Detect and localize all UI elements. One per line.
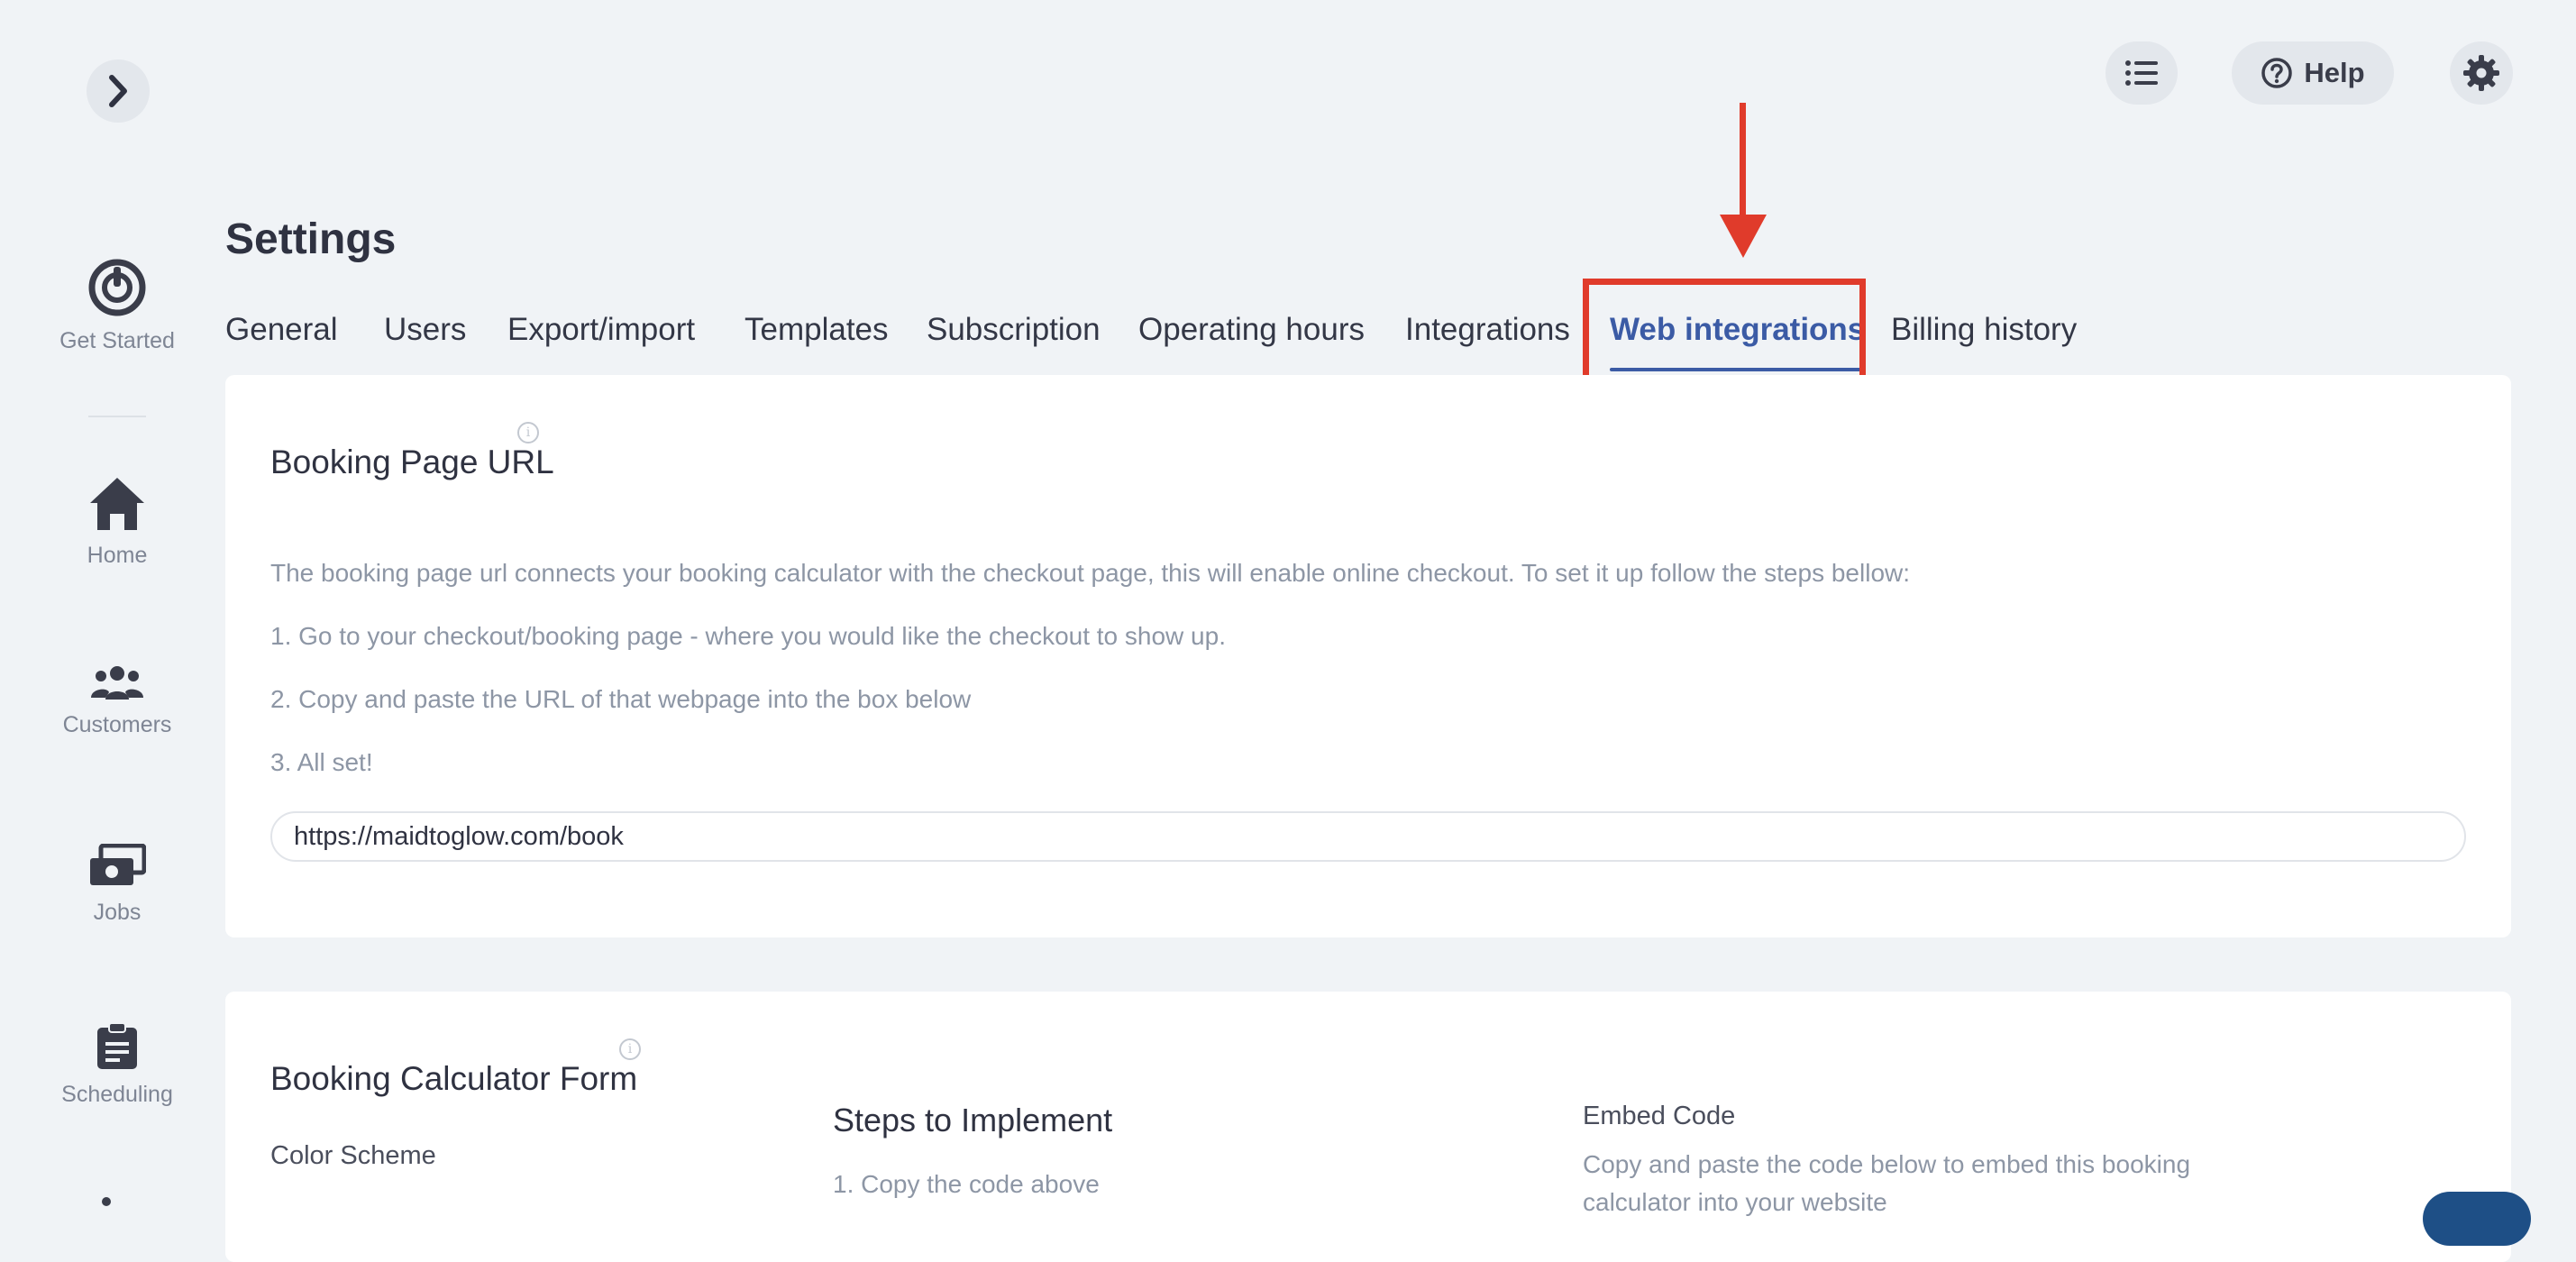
tab-templates[interactable]: Templates <box>744 312 889 348</box>
money-icon <box>90 844 146 885</box>
tab-operating-hours[interactable]: Operating hours <box>1138 312 1365 348</box>
info-icon[interactable]: i <box>517 422 539 444</box>
sidebar-item-scheduling[interactable]: Scheduling <box>0 1022 234 1108</box>
gear-icon <box>2463 55 2499 91</box>
color-scheme-label: Color Scheme <box>270 1141 436 1170</box>
sidebar-item-get-started[interactable]: Get Started <box>0 258 234 354</box>
booking-url-step-1: 1. Go to your checkout/booking page - wh… <box>270 622 1226 650</box>
chevron-right-icon <box>109 75 127 107</box>
embed-code-description: Copy and paste the code below to embed t… <box>1583 1150 2191 1178</box>
sidebar-item-label: Get Started <box>59 328 175 353</box>
tab-users[interactable]: Users <box>384 312 466 348</box>
tab-export-import[interactable]: Export/import <box>507 312 695 348</box>
annotation-arrow-head <box>1720 215 1767 258</box>
help-button[interactable]: Help <box>2232 41 2394 105</box>
sidebar-item-label: Scheduling <box>61 1082 173 1107</box>
sidebar-item-home[interactable]: Home <box>0 476 234 569</box>
sidebar-item-jobs[interactable]: Jobs <box>0 844 234 926</box>
sidebar-more-indicator <box>102 1197 111 1206</box>
embed-code-title: Embed Code <box>1583 1102 1736 1130</box>
tab-integrations[interactable]: Integrations <box>1405 312 1570 348</box>
help-label: Help <box>2304 57 2365 88</box>
info-icon[interactable]: i <box>619 1038 641 1060</box>
tab-subscription[interactable]: Subscription <box>927 312 1101 348</box>
list-view-button[interactable] <box>2106 41 2178 105</box>
question-circle-icon <box>2261 58 2293 88</box>
page-title: Settings <box>225 215 397 263</box>
booking-url-input[interactable] <box>270 811 2466 862</box>
booking-page-url-title: Booking Page URL <box>270 444 554 480</box>
chat-widget-button[interactable] <box>2423 1192 2531 1246</box>
sidebar: Get Started Home Customers Jobs Scheduli… <box>0 0 234 1210</box>
steps-to-implement-title: Steps to Implement <box>833 1102 1113 1139</box>
booking-page-url-card: Booking Page URL i The booking page url … <box>225 375 2511 937</box>
users-icon <box>91 666 143 700</box>
clipboard-icon <box>97 1022 137 1069</box>
tab-billing-history[interactable]: Billing history <box>1891 312 2077 348</box>
sidebar-item-label: Customers <box>62 712 172 737</box>
booking-calculator-card: Booking Calculator Form i Color Scheme S… <box>225 992 2511 1262</box>
sidebar-item-label: Jobs <box>93 900 142 925</box>
annotation-arrow-shaft <box>1740 103 1746 220</box>
power-icon <box>88 259 146 316</box>
booking-url-step-2: 2. Copy and paste the URL of that webpag… <box>270 685 972 713</box>
sidebar-item-label: Home <box>87 543 148 568</box>
booking-calculator-title: Booking Calculator Form <box>270 1060 638 1097</box>
sidebar-item-customers[interactable]: Customers <box>0 665 234 738</box>
tab-general[interactable]: General <box>225 312 338 348</box>
home-icon <box>90 478 144 530</box>
implement-step-1: 1. Copy the code above <box>833 1170 1100 1198</box>
booking-url-description: The booking page url connects your booki… <box>270 559 1911 587</box>
booking-url-step-3: 3. All set! <box>270 748 373 776</box>
list-icon <box>2125 60 2158 86</box>
sidebar-toggle-button[interactable] <box>87 59 150 123</box>
embed-code-description-2: calculator into your website <box>1583 1188 1887 1216</box>
sidebar-divider <box>88 416 146 417</box>
settings-button[interactable] <box>2450 41 2513 105</box>
